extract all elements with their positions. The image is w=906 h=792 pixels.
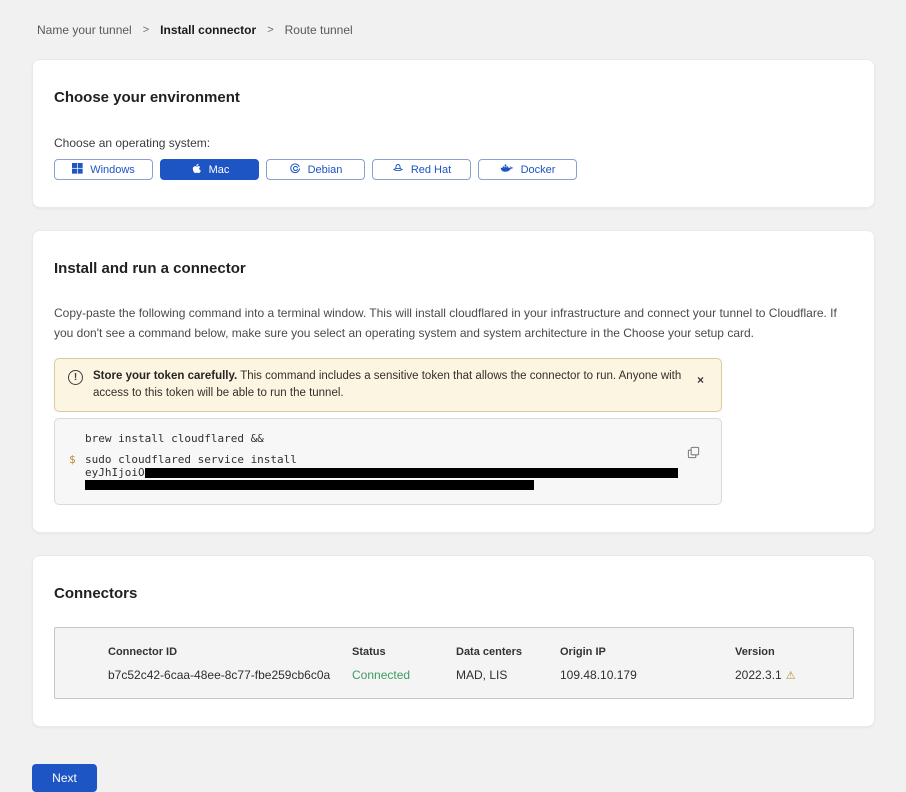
breadcrumb-step-name-tunnel[interactable]: Name your tunnel: [37, 23, 132, 37]
card-title: Install and run a connector: [54, 260, 844, 278]
token-warning-bold: Store your token carefully.: [93, 370, 237, 382]
code-text: brew install cloudflared &&: [85, 432, 707, 445]
os-button-debian[interactable]: Debian: [266, 159, 365, 180]
choose-environment-card: Choose your environment Choose an operat…: [32, 59, 875, 208]
os-button-group: Windows Mac Debian Red Hat: [54, 159, 844, 180]
windows-icon: [72, 163, 83, 177]
os-button-label: Windows: [90, 164, 135, 176]
version-value: 2022.3.1⚠: [735, 668, 853, 682]
docker-icon: [500, 163, 514, 177]
redacted-token-bar: [145, 468, 678, 478]
status-badge: Connected: [352, 668, 456, 682]
os-button-label: Red Hat: [411, 164, 451, 176]
col-data-centers: Data centers: [456, 646, 560, 658]
card-title: Choose your environment: [54, 89, 844, 107]
token-prefix: eyJhIjoiO: [85, 466, 145, 479]
breadcrumb-separator: >: [267, 24, 273, 36]
next-button[interactable]: Next: [32, 764, 97, 792]
install-connector-card: Install and run a connector Copy-paste t…: [32, 230, 875, 533]
col-origin-ip: Origin IP: [560, 646, 735, 658]
copy-icon[interactable]: [687, 446, 700, 462]
install-command-codeblock: brew install cloudflared && $ sudo cloud…: [54, 418, 722, 505]
close-icon[interactable]: ×: [697, 374, 704, 386]
col-connector-id: Connector ID: [108, 646, 352, 658]
breadcrumb-separator: >: [143, 24, 149, 36]
code-text: sudo cloudflared service install: [85, 453, 297, 466]
os-button-label: Debian: [308, 164, 343, 176]
os-button-docker[interactable]: Docker: [478, 159, 577, 180]
alert-circle-icon: !: [68, 370, 83, 385]
os-button-windows[interactable]: Windows: [54, 159, 153, 180]
os-button-label: Docker: [521, 164, 556, 176]
data-centers-value: MAD, LIS: [456, 668, 560, 682]
os-button-mac[interactable]: Mac: [160, 159, 259, 180]
col-version: Version: [735, 646, 853, 658]
redhat-icon: [392, 162, 404, 177]
debian-icon: [289, 162, 301, 177]
connectors-table: Connector ID Status Data centers Origin …: [54, 627, 854, 699]
connectors-table-header: Connector ID Status Data centers Origin …: [108, 646, 853, 658]
code-line-brew: brew install cloudflared &&: [69, 432, 707, 445]
connectors-card: Connectors Connector ID Status Data cent…: [32, 555, 875, 727]
breadcrumb: Name your tunnel > Install connector > R…: [32, 0, 875, 37]
col-status: Status: [352, 646, 456, 658]
code-line-install: $ sudo cloudflared service install eyJhI…: [69, 453, 707, 490]
os-button-redhat[interactable]: Red Hat: [372, 159, 471, 180]
table-row: b7c52c42-6caa-48ee-8c77-fbe259cb6c0a Con…: [108, 668, 853, 682]
breadcrumb-step-install-connector[interactable]: Install connector: [160, 23, 256, 37]
os-button-label: Mac: [209, 164, 230, 176]
connector-id-value: b7c52c42-6caa-48ee-8c77-fbe259cb6c0a: [108, 668, 352, 682]
redacted-token-bar: [85, 480, 534, 490]
token-warning-text: Store your token carefully. This command…: [93, 368, 683, 402]
install-description: Copy-paste the following command into a …: [54, 303, 844, 343]
breadcrumb-step-route-tunnel[interactable]: Route tunnel: [285, 23, 353, 37]
version-warning-icon: ⚠: [786, 670, 796, 682]
origin-ip-value: 109.48.10.179: [560, 668, 735, 682]
card-title: Connectors: [54, 585, 844, 603]
token-warning-banner: ! Store your token carefully. This comma…: [54, 358, 722, 412]
shell-prompt: $: [69, 453, 85, 490]
page: Name your tunnel > Install connector > R…: [0, 0, 906, 792]
apple-icon: [190, 162, 202, 178]
os-select-label: Choose an operating system:: [54, 136, 844, 150]
